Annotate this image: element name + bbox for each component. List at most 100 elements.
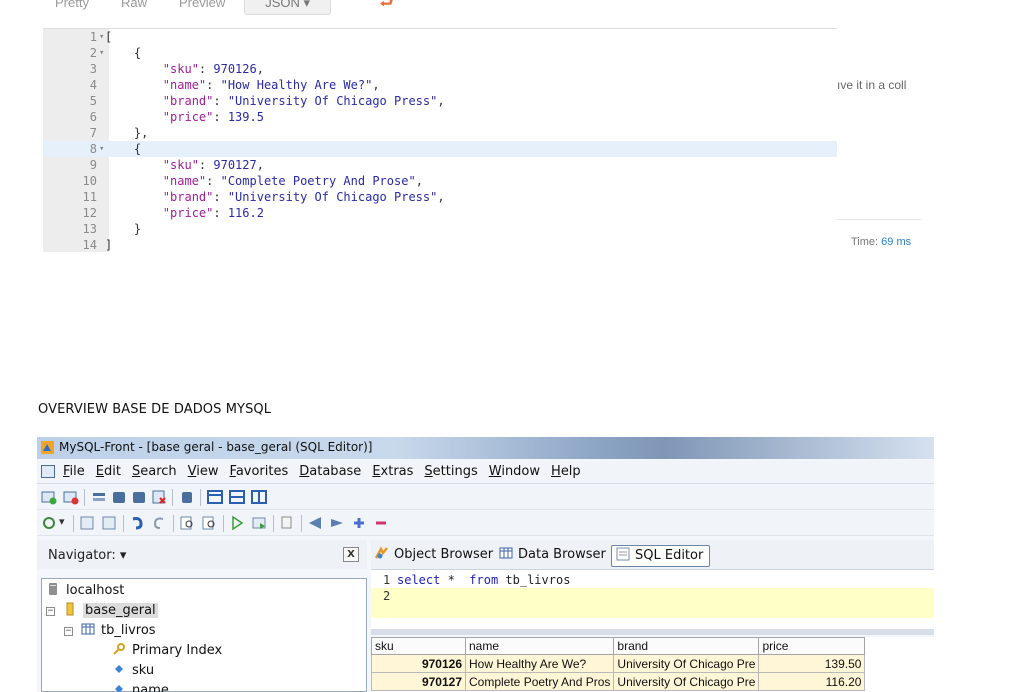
layout-horizontal-icon[interactable] <box>229 489 245 505</box>
new-icon[interactable] <box>91 489 107 505</box>
layout-single-icon[interactable] <box>207 489 223 505</box>
first-record-icon[interactable] <box>307 515 323 531</box>
code-text: } <box>105 222 142 236</box>
tab-raw[interactable]: Raw <box>108 0 160 15</box>
code-text: { <box>105 46 142 60</box>
tree-node-field-sku[interactable]: sku <box>112 661 154 681</box>
properties-icon[interactable] <box>179 489 195 505</box>
menu-favorites[interactable]: Favorites <box>230 464 289 479</box>
forward-icon[interactable] <box>101 515 117 531</box>
json-value: 970126 <box>213 62 257 76</box>
table-icon[interactable] <box>131 489 147 505</box>
window-title: MySQL-Front - [base geral - base_geral (… <box>59 440 373 454</box>
navigator-header: Navigator: ▾ X <box>37 540 367 569</box>
tab-pretty[interactable]: Pretty <box>42 0 102 15</box>
collapse-toggle[interactable]: − <box>64 627 73 636</box>
json-response-viewer[interactable]: 1 ▾[2 ▾ {3 "sku": 970126, 4 "name": "How He… <box>43 28 837 252</box>
code-text: "name": "How Healthy Are We?", <box>162 78 380 92</box>
table-cell[interactable]: Complete Poetry And Pros <box>464 672 615 691</box>
column-header-brand[interactable]: brand <box>613 637 760 655</box>
tree-node-primary-index[interactable]: Primary Index <box>112 641 222 661</box>
menu-search[interactable]: Search <box>132 464 177 479</box>
tree-node-field-name[interactable]: name <box>112 681 169 692</box>
copy-icon[interactable] <box>279 515 295 531</box>
delete-record-icon[interactable] <box>373 515 389 531</box>
tree-label-field: name <box>132 683 169 692</box>
table-cell[interactable]: How Healthy Are We? <box>464 654 615 673</box>
line-number: 13 <box>82 222 97 236</box>
tab-preview[interactable]: Preview <box>166 0 238 15</box>
table-row[interactable]: 970127 Complete Poetry And Pros University… <box>371 672 866 691</box>
line-number: 14 <box>82 238 97 252</box>
menu-edit[interactable]: Edit <box>96 464 121 479</box>
menu-database[interactable]: Database <box>299 464 361 479</box>
menu-help[interactable]: Help <box>551 464 581 479</box>
line-number: 2 <box>89 46 97 60</box>
column-header-price[interactable]: price <box>758 637 866 655</box>
format-select[interactable]: JSON ▾ <box>244 0 332 15</box>
tree-node-localhost[interactable]: localhost <box>46 581 124 601</box>
json-value: "How Healthy Are We?" <box>220 78 373 92</box>
back-icon[interactable] <box>79 515 95 531</box>
tree-label-table: tb_livros <box>101 623 156 638</box>
code-line: 1 ▾[ <box>43 29 837 45</box>
tree-node-tb-livros[interactable]: − tb_livros <box>64 621 156 641</box>
prior-record-icon[interactable] <box>329 515 345 531</box>
json-value: "Complete Poetry And Prose" <box>220 174 416 188</box>
fold-toggle-icon[interactable]: ▾ <box>99 141 104 157</box>
menu-file[interactable]: File <box>63 464 85 479</box>
tree-node-base-geral[interactable]: − base_geral <box>46 601 158 621</box>
json-value: 139.5 <box>227 110 264 124</box>
chevron-down-icon[interactable]: ▾ <box>59 515 65 528</box>
code-text: ] <box>105 238 113 252</box>
column-header-sku[interactable]: sku <box>371 637 466 655</box>
response-time: Time: 69 ms <box>851 236 911 248</box>
add-record-icon[interactable] <box>351 515 367 531</box>
navigator-dropdown[interactable]: Navigator: ▾ <box>48 548 126 563</box>
menu-settings[interactable]: Settings <box>424 464 477 479</box>
find-icon[interactable] <box>179 515 195 531</box>
table-cell[interactable]: 970126 <box>371 654 466 673</box>
tree-label-index: Primary Index <box>132 643 223 658</box>
refresh-icon[interactable] <box>41 515 57 531</box>
table-cell[interactable]: University Of Chicago Pre <box>613 672 760 691</box>
table-cell[interactable]: 116.20 <box>758 672 866 691</box>
undo-icon[interactable] <box>129 515 145 531</box>
layout-vertical-icon[interactable] <box>251 489 267 505</box>
menu-view[interactable]: View <box>188 464 219 479</box>
database-icon[interactable] <box>111 489 127 505</box>
redo-icon[interactable] <box>151 515 167 531</box>
sql-editor[interactable]: 1 select * from tb_livros 2 <box>371 569 934 629</box>
close-connection-icon[interactable] <box>63 489 79 505</box>
json-value: 970127 <box>213 158 257 172</box>
tree-label-host: localhost <box>66 583 125 598</box>
replace-icon[interactable] <box>201 515 217 531</box>
table-cell[interactable]: University Of Chicago Pre <box>613 654 760 673</box>
line-number: 12 <box>82 206 97 220</box>
tab-object-browser[interactable]: Object Browser <box>375 545 493 567</box>
menu-extras[interactable]: Extras <box>372 464 413 479</box>
fold-toggle-icon[interactable]: ▾ <box>99 29 104 45</box>
close-icon[interactable]: X <box>343 547 359 562</box>
navigator-tree[interactable]: localhost − base_geral − tb_livros Primary… <box>41 578 367 692</box>
run-icon[interactable] <box>229 515 245 531</box>
collapse-toggle[interactable]: − <box>46 607 55 616</box>
table-row[interactable]: 970126 How Healthy Are We? University Of C… <box>371 654 866 673</box>
tab-sql-editor[interactable]: SQL Editor <box>611 545 711 567</box>
new-connection-icon[interactable] <box>41 489 57 505</box>
tree-label-field: sku <box>132 663 155 678</box>
document-icon[interactable] <box>41 465 55 478</box>
table-cell[interactable]: 139.50 <box>758 654 866 673</box>
run-selection-icon[interactable] <box>251 515 267 531</box>
column-header-name[interactable]: name <box>464 637 615 655</box>
server-icon <box>49 583 57 595</box>
wrap-lines-icon[interactable]: ⮐ <box>372 0 402 15</box>
delete-icon[interactable] <box>151 489 167 505</box>
tab-data-browser[interactable]: Data Browser <box>499 545 606 567</box>
menu-window[interactable]: Window <box>489 464 540 479</box>
section-heading: OVERVIEW BASE DE DADOS MYSQL <box>38 402 272 417</box>
editor-splitter[interactable] <box>371 629 934 635</box>
result-grid[interactable]: sku name brand price 970126 How Healthy Are … <box>371 637 934 692</box>
table-cell[interactable]: 970127 <box>371 672 466 691</box>
fold-toggle-icon[interactable]: ▾ <box>99 45 104 61</box>
